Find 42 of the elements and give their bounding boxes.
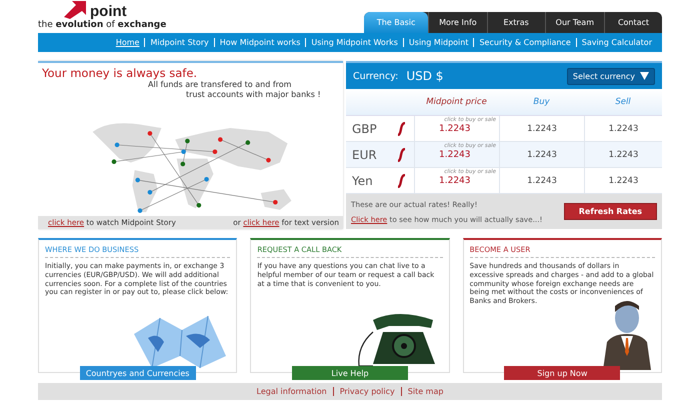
nav-link[interactable]: Midpoint Story bbox=[144, 38, 209, 47]
nav-link[interactable]: Home bbox=[116, 38, 140, 47]
logo-arrow-icon bbox=[62, 0, 88, 19]
column-header: Sell bbox=[584, 89, 662, 116]
midpoint-price[interactable]: 1.2243 bbox=[415, 176, 499, 186]
buy-price: 1.2243 bbox=[499, 168, 584, 194]
sell-price: 1.2243 bbox=[584, 116, 662, 142]
refresh-rates-button[interactable]: Refresh Rates bbox=[564, 203, 657, 220]
nav-link[interactable]: Security & Compliance bbox=[473, 38, 571, 47]
currency-value: USD $ bbox=[406, 69, 444, 83]
sell-price: 1.2243 bbox=[584, 168, 662, 194]
trend-icon bbox=[397, 174, 406, 188]
sell-price: 1.2243 bbox=[584, 142, 662, 168]
currency-code: EUR bbox=[352, 148, 377, 162]
hero-subtitle: All funds are transfered to and from trust accounts with major banks ! bbox=[147, 80, 322, 100]
nav-link[interactable]: Using Midpoint bbox=[402, 38, 468, 47]
card-button[interactable]: Sign up Now bbox=[504, 366, 620, 380]
nav-link[interactable]: Using Midpoint Works bbox=[305, 38, 398, 47]
card-button[interactable]: Live Help bbox=[292, 366, 408, 380]
currency-label: Currency: bbox=[353, 70, 398, 82]
footer-link[interactable]: Privacy policy bbox=[332, 387, 395, 396]
buy-price: 1.2243 bbox=[499, 142, 584, 168]
midpoint-price[interactable]: 1.2243 bbox=[415, 150, 499, 160]
midpoint-price[interactable]: 1.2243 bbox=[415, 124, 499, 134]
currency-code: Yen bbox=[352, 174, 373, 188]
card-button[interactable]: Countryes and Currencies bbox=[80, 366, 196, 380]
trend-icon bbox=[397, 122, 406, 136]
nav-link[interactable]: How Midpoint works bbox=[214, 38, 300, 47]
logo-text: point bbox=[90, 4, 127, 19]
column-header: Midpoint price bbox=[414, 89, 499, 116]
nav-link[interactable]: Saving Calculator bbox=[576, 38, 652, 47]
column-header: Buy bbox=[499, 89, 584, 116]
currency-code: GBP bbox=[352, 122, 377, 136]
caret-icon bbox=[640, 72, 649, 80]
buy-price: 1.2243 bbox=[499, 116, 584, 142]
tagline: the evolution of exchange bbox=[38, 20, 166, 31]
nav-tab[interactable]: The Basic bbox=[364, 12, 428, 33]
hero-title: Your money is always safe. bbox=[41, 65, 198, 80]
currency-select[interactable]: Select currency bbox=[566, 68, 655, 84]
footer-link[interactable]: Legal information bbox=[256, 387, 327, 396]
trend-icon bbox=[397, 148, 406, 162]
footer-link[interactable]: Site map bbox=[400, 387, 444, 396]
